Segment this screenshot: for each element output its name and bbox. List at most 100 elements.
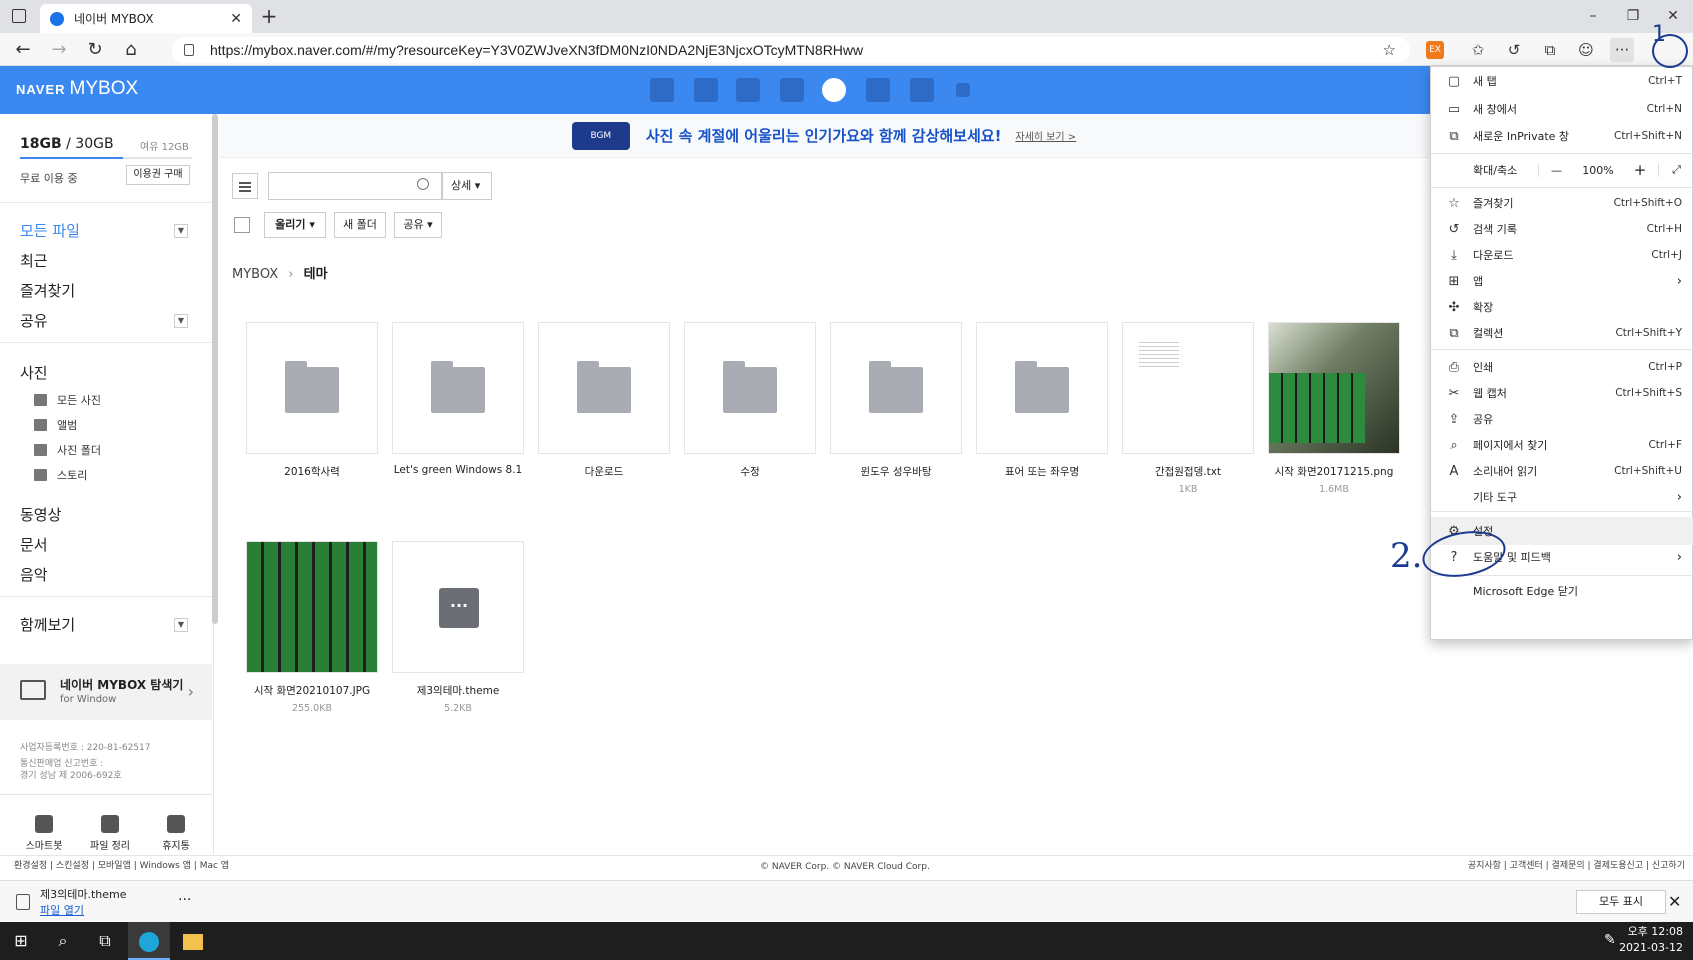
back-button[interactable]: ← xyxy=(10,37,36,63)
nav-share[interactable]: 공유 xyxy=(20,310,48,331)
task-view-icon[interactable]: ⧉ xyxy=(84,922,126,960)
nav-favorites[interactable]: 즐겨찾기 xyxy=(20,280,75,301)
zoom-out-button[interactable]: — xyxy=(1538,163,1574,177)
extension-icon[interactable]: EX xyxy=(1426,41,1444,59)
file-tile[interactable] xyxy=(684,322,816,454)
file-tile[interactable] xyxy=(1122,322,1254,454)
menu-item-inprivate[interactable]: ⧉ 새로운 InPrivate 창 Ctrl+Shift+N xyxy=(1431,122,1693,150)
browser-tab[interactable]: 네이버 MYBOX ✕ xyxy=(40,4,252,33)
zoom-in-button[interactable]: + xyxy=(1622,161,1658,179)
trash-button[interactable]: 휴지통 xyxy=(146,815,206,852)
share-button[interactable]: 공유 ▾ xyxy=(394,212,442,238)
file-tile[interactable] xyxy=(392,322,524,454)
view-menu-button[interactable] xyxy=(232,173,258,199)
nav-recent[interactable]: 최근 xyxy=(20,250,48,271)
file-explorer-icon[interactable] xyxy=(172,922,214,960)
forward-button[interactable]: → xyxy=(46,37,72,63)
footer-links[interactable]: 환경설정 | 스킨설정 | 모바일앱 | Windows 앱 | Mac 앱 xyxy=(14,858,229,871)
start-icon[interactable]: ⊞ xyxy=(0,922,42,960)
open-file-link[interactable]: 파일 열기 xyxy=(40,902,84,918)
chevron-down-icon[interactable]: ▼ xyxy=(174,314,188,328)
file-name[interactable]: 간접원접뎅.txt xyxy=(1122,464,1254,479)
file-tile[interactable] xyxy=(246,322,378,454)
mybox-logo[interactable]: NAVER MYBOX xyxy=(16,78,138,100)
nav-all-files[interactable]: 모든 파일 xyxy=(20,220,80,241)
nav-documents[interactable]: 문서 xyxy=(20,534,48,555)
edge-taskbar-icon[interactable] xyxy=(128,922,170,960)
settings-more-button[interactable]: ··· xyxy=(1610,38,1634,62)
search-icon[interactable] xyxy=(417,178,429,190)
promo-banner[interactable]: BGM 사진 속 계절에 어울리는 인기가요와 함께 감상해보세요! 자세히 보… xyxy=(219,114,1429,158)
show-all-button[interactable]: 모두 표시 xyxy=(1576,890,1666,914)
contacts-service-icon[interactable] xyxy=(780,78,804,102)
breadcrumb-root[interactable]: MYBOX xyxy=(232,267,278,282)
home-button[interactable]: ⌂ xyxy=(118,37,144,63)
mybox-explorer-promo[interactable]: 네이버 MYBOX 탐색기 for Window › xyxy=(0,664,212,720)
menu-item-print[interactable]: ⎙ 인쇄 Ctrl+P xyxy=(1431,353,1693,381)
office-service-icon[interactable] xyxy=(910,78,934,102)
nav-photo-folders[interactable]: 사진 폴더 xyxy=(34,442,101,458)
upload-button[interactable]: 올리기 ▾ xyxy=(264,212,326,238)
mail-service-icon[interactable] xyxy=(650,78,674,102)
file-tile[interactable] xyxy=(1268,322,1400,454)
new-tab-button[interactable]: + xyxy=(258,6,280,28)
url-field[interactable]: https://mybox.naver.com/#/my?resourceKey… xyxy=(172,37,1410,63)
new-folder-button[interactable]: 새 폴더 xyxy=(334,212,386,238)
nav-photos[interactable]: 사진 xyxy=(20,362,48,383)
select-all-checkbox[interactable] xyxy=(234,217,250,233)
mybox-service-icon[interactable] xyxy=(822,78,846,102)
file-name[interactable]: 윈도우 성우바탕 xyxy=(830,464,962,479)
list-service-icon[interactable] xyxy=(736,78,760,102)
close-tab-icon[interactable]: ✕ xyxy=(230,11,242,27)
more-service-icon[interactable] xyxy=(956,83,970,97)
menu-item-find[interactable]: ⌕ 페이지에서 찾기 Ctrl+F xyxy=(1431,431,1693,459)
file-name[interactable]: 2016학사력 xyxy=(246,464,378,479)
history-icon[interactable]: ↺ xyxy=(1502,38,1526,62)
pen-icon[interactable]: ✎ xyxy=(1604,932,1616,948)
search-input[interactable] xyxy=(268,172,442,200)
menu-item-share[interactable]: ⇪ 공유 xyxy=(1431,405,1693,433)
maximize-button[interactable]: ❐ xyxy=(1613,0,1653,33)
menu-item-extensions[interactable]: ✣ 확장 xyxy=(1431,293,1693,321)
footer-right-links[interactable]: 공지사항 | 고객센터 | 결제문의 | 결제도용신고 | 신고하기 xyxy=(1468,858,1685,871)
chevron-down-icon[interactable]: ▼ xyxy=(174,618,188,632)
nav-together[interactable]: 함께보기 xyxy=(20,614,75,635)
chevron-down-icon[interactable]: ▼ xyxy=(174,224,188,238)
download-more-icon[interactable]: ··· xyxy=(178,892,191,908)
menu-item-web-capture[interactable]: ✂ 웹 캡처 Ctrl+Shift+S xyxy=(1431,379,1693,407)
file-tile[interactable] xyxy=(830,322,962,454)
calendar-service-icon[interactable] xyxy=(694,78,718,102)
file-name[interactable]: 표어 또는 좌우명 xyxy=(976,464,1108,479)
menu-item-read-aloud[interactable]: A 소리내어 읽기 Ctrl+Shift+U xyxy=(1431,457,1693,485)
menu-item-new-window[interactable]: ▭ 새 창에서 Ctrl+N xyxy=(1431,95,1693,123)
nav-video[interactable]: 동영상 xyxy=(20,504,61,525)
file-name[interactable]: 시작 화면20210107.JPG xyxy=(246,683,378,698)
search-icon[interactable]: ⌕ xyxy=(42,922,84,960)
add-favorite-icon[interactable]: ☆ xyxy=(1383,41,1396,59)
file-tile[interactable] xyxy=(976,322,1108,454)
file-tile[interactable] xyxy=(246,541,378,673)
file-name[interactable]: 수정 xyxy=(684,464,816,479)
nav-story[interactable]: 스토리 xyxy=(34,467,87,483)
file-cleanup-button[interactable]: 파일 정리 xyxy=(80,815,140,852)
menu-item-download[interactable]: ⤓ 다운로드 Ctrl+J xyxy=(1431,241,1693,269)
menu-item-history[interactable]: ↺ 검색 기록 Ctrl+H xyxy=(1431,215,1693,243)
menu-item-apps[interactable]: ⊞ 앱 › xyxy=(1431,267,1693,295)
profile-avatar[interactable]: ☺ xyxy=(1574,38,1598,62)
nav-music[interactable]: 음악 xyxy=(20,564,48,585)
nav-all-photos[interactable]: 모든 사진 xyxy=(34,392,101,408)
memo-service-icon[interactable] xyxy=(866,78,890,102)
file-name[interactable]: 다운로드 xyxy=(538,464,670,479)
buy-plan-button[interactable]: 이용권 구매 xyxy=(126,165,190,185)
menu-item-more-tools[interactable]: 기타 도구 › xyxy=(1431,483,1693,511)
file-tile[interactable] xyxy=(538,322,670,454)
tab-actions-icon[interactable] xyxy=(12,9,26,23)
detail-search-dropdown[interactable]: 상세 ▾ xyxy=(442,172,492,200)
menu-item-new-tab[interactable]: ▢ 새 탭 Ctrl+T xyxy=(1431,67,1693,95)
refresh-button[interactable]: ↻ xyxy=(82,37,108,63)
close-edge-item[interactable]: Microsoft Edge 닫기 xyxy=(1431,577,1693,605)
collections-icon[interactable]: ⧉ xyxy=(1538,38,1562,62)
sidebar-scrollbar[interactable] xyxy=(212,114,218,624)
file-name[interactable]: 시작 화면20171215.png xyxy=(1268,464,1400,479)
file-name[interactable]: Let's green Windows 8.1 xyxy=(392,464,524,476)
